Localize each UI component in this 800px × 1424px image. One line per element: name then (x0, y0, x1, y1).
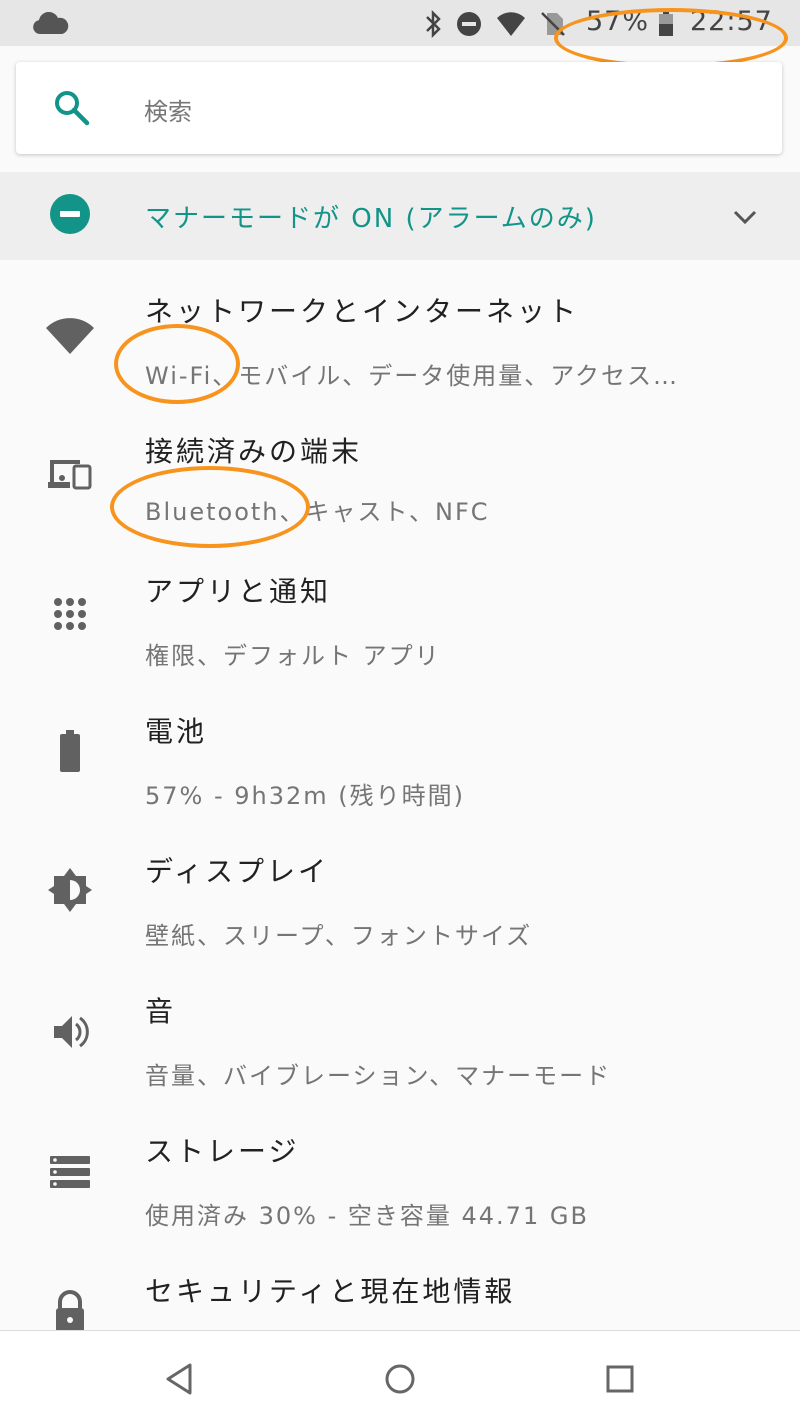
settings-item-title: ディスプレイ (145, 855, 330, 888)
highlight-ellipse (114, 324, 240, 404)
settings-item-title: アプリと通知 (145, 575, 332, 608)
dnd-icon (50, 194, 90, 234)
search-icon (55, 91, 90, 126)
settings-item-subtitle: 権限、デフォルト アプリ (145, 642, 441, 670)
storage-icon (50, 1156, 90, 1188)
status-bar: 57% 22:57 (0, 0, 800, 68)
dnd-text: マナーモードが ON (アラームのみ) (145, 204, 597, 234)
recents-button[interactable] (600, 1359, 640, 1399)
settings-item-title: ネットワークとインターネット (145, 295, 580, 328)
settings-item-apps[interactable]: アプリと通知 権限、デフォルト アプリ (0, 560, 800, 690)
settings-item-connected-devices[interactable]: 接続済みの端末 Bluetooth、キャスト、NFC (0, 420, 800, 550)
apps-icon (54, 598, 86, 630)
settings-item-title: 音 (145, 995, 177, 1028)
settings-item-battery[interactable]: 電池 57% - 9h32m (残り時間) (0, 700, 800, 830)
wifi-icon (46, 318, 94, 354)
settings-item-subtitle: 壁紙、スリープ、フォントサイズ (145, 922, 533, 950)
navigation-bar (0, 1330, 800, 1424)
settings-item-subtitle: 使用済み 30% - 空き容量 44.71 GB (145, 1202, 589, 1230)
search-input[interactable]: 検索 (144, 92, 192, 127)
settings-item-network[interactable]: ネットワークとインターネット Wi-Fi、モバイル、データ使用量、アクセス… (0, 280, 800, 410)
settings-item-title: 電池 (145, 715, 208, 748)
devices-icon (48, 460, 92, 490)
settings-item-subtitle: 音量、バイブレーション、マナーモード (145, 1062, 612, 1090)
dnd-status-icon (457, 12, 481, 36)
chevron-down-icon[interactable] (730, 202, 760, 232)
settings-item-storage[interactable]: ストレージ 使用済み 30% - 空き容量 44.71 GB (0, 1120, 800, 1250)
highlight-ellipse (110, 466, 310, 548)
settings-item-title: 接続済みの端末 (145, 435, 363, 468)
settings-item-title: ストレージ (145, 1135, 300, 1168)
wifi-icon (497, 12, 525, 36)
cloud-icon (33, 12, 69, 34)
back-button[interactable] (160, 1359, 200, 1399)
dnd-banner[interactable]: マナーモードが ON (アラームのみ) (0, 172, 800, 260)
search-bar[interactable]: 検索 (16, 62, 782, 154)
highlight-ellipse (554, 8, 788, 68)
battery-icon (60, 730, 80, 772)
settings-item-security[interactable]: セキュリティと現在地情報 (0, 1258, 800, 1330)
settings-item-display[interactable]: ディスプレイ 壁紙、スリープ、フォントサイズ (0, 840, 800, 970)
brightness-icon (48, 868, 92, 912)
bluetooth-icon (426, 10, 441, 38)
settings-item-subtitle: 57% - 9h32m (残り時間) (145, 782, 466, 810)
lock-icon (56, 1290, 84, 1330)
volume-icon (54, 1016, 89, 1048)
home-button[interactable] (380, 1359, 420, 1399)
settings-item-title: セキュリティと現在地情報 (145, 1275, 516, 1308)
settings-item-sound[interactable]: 音 音量、バイブレーション、マナーモード (0, 980, 800, 1110)
